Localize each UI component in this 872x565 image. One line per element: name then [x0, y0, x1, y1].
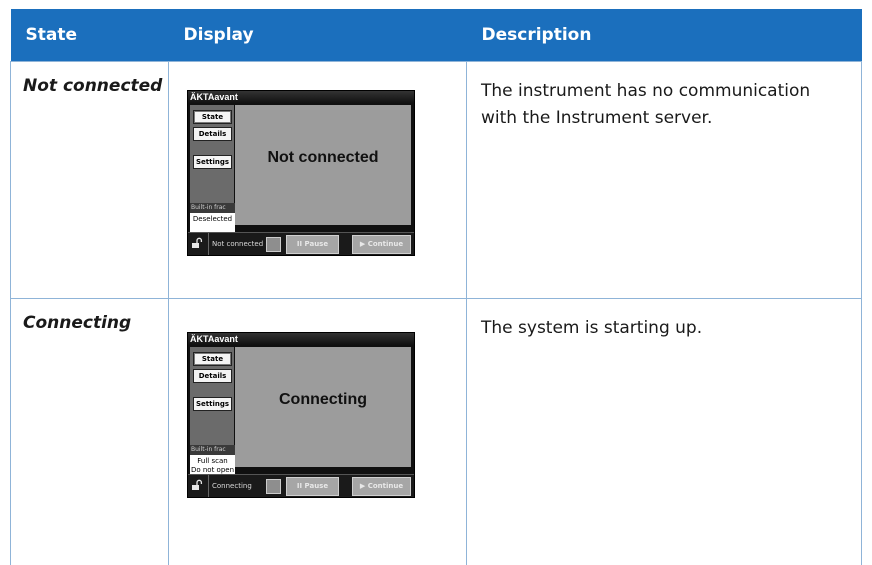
continue-button[interactable]: ▶ Continue: [352, 235, 411, 254]
details-button[interactable]: Details: [193, 369, 232, 383]
display-cell: ÄKTAavant State Details Settings Connect…: [169, 299, 467, 565]
display-main-pane: Not connected: [235, 105, 411, 225]
display-left-pane: State Details Settings: [190, 347, 234, 445]
status-indicator: [266, 479, 281, 494]
table-row: Not connected ÄKTAavant State Details Se…: [11, 62, 862, 299]
frac-label: Built-in frac: [190, 203, 235, 213]
state-description: The system is starting up.: [467, 299, 862, 565]
frac-line: Deselected: [190, 213, 235, 224]
pause-button[interactable]: II Pause: [286, 477, 339, 496]
table-row: Connecting ÄKTAavant State Details Setti…: [11, 299, 862, 565]
display-cell: ÄKTAavant State Details Settings Not con…: [169, 62, 467, 299]
display-state-text: Not connected: [235, 149, 411, 167]
display-state-text: Connecting: [235, 391, 411, 409]
display-left-pane: State Details Settings: [190, 105, 234, 203]
continue-button[interactable]: ▶ Continue: [352, 477, 411, 496]
frac-label: Built-in frac: [190, 445, 235, 455]
header-state: State: [11, 9, 169, 62]
display-bottom-bar: Connecting II Pause ▶ Continue: [188, 474, 414, 497]
display-bottom-bar: Not connected II Pause ▶ Continue: [188, 232, 414, 255]
settings-button[interactable]: Settings: [193, 155, 232, 169]
lock-open-icon[interactable]: [191, 237, 205, 251]
state-table: State Display Description Not connected …: [10, 9, 862, 565]
header-display: Display: [169, 9, 467, 62]
instrument-display: ÄKTAavant State Details Settings Not con…: [187, 90, 415, 256]
lock-open-icon[interactable]: [191, 479, 205, 493]
display-main-pane: Connecting: [235, 347, 411, 467]
state-button[interactable]: State: [193, 352, 232, 366]
connection-status-text: Not connected: [208, 233, 263, 255]
connection-status-text: Connecting: [208, 475, 252, 497]
details-button[interactable]: Details: [193, 127, 232, 141]
status-indicator: [266, 237, 281, 252]
state-description: The instrument has no communication with…: [467, 62, 862, 299]
state-name: Connecting: [11, 299, 169, 565]
state-button[interactable]: State: [193, 110, 232, 124]
display-title: ÄKTAavant: [188, 333, 414, 345]
instrument-display: ÄKTAavant State Details Settings Connect…: [187, 332, 415, 498]
settings-button[interactable]: Settings: [193, 397, 232, 411]
header-description: Description: [467, 9, 862, 62]
display-title: ÄKTAavant: [188, 91, 414, 103]
table-header-row: State Display Description: [11, 9, 862, 62]
pause-button[interactable]: II Pause: [286, 235, 339, 254]
frac-line: Full scan: [190, 455, 235, 466]
state-name: Not connected: [11, 62, 169, 299]
